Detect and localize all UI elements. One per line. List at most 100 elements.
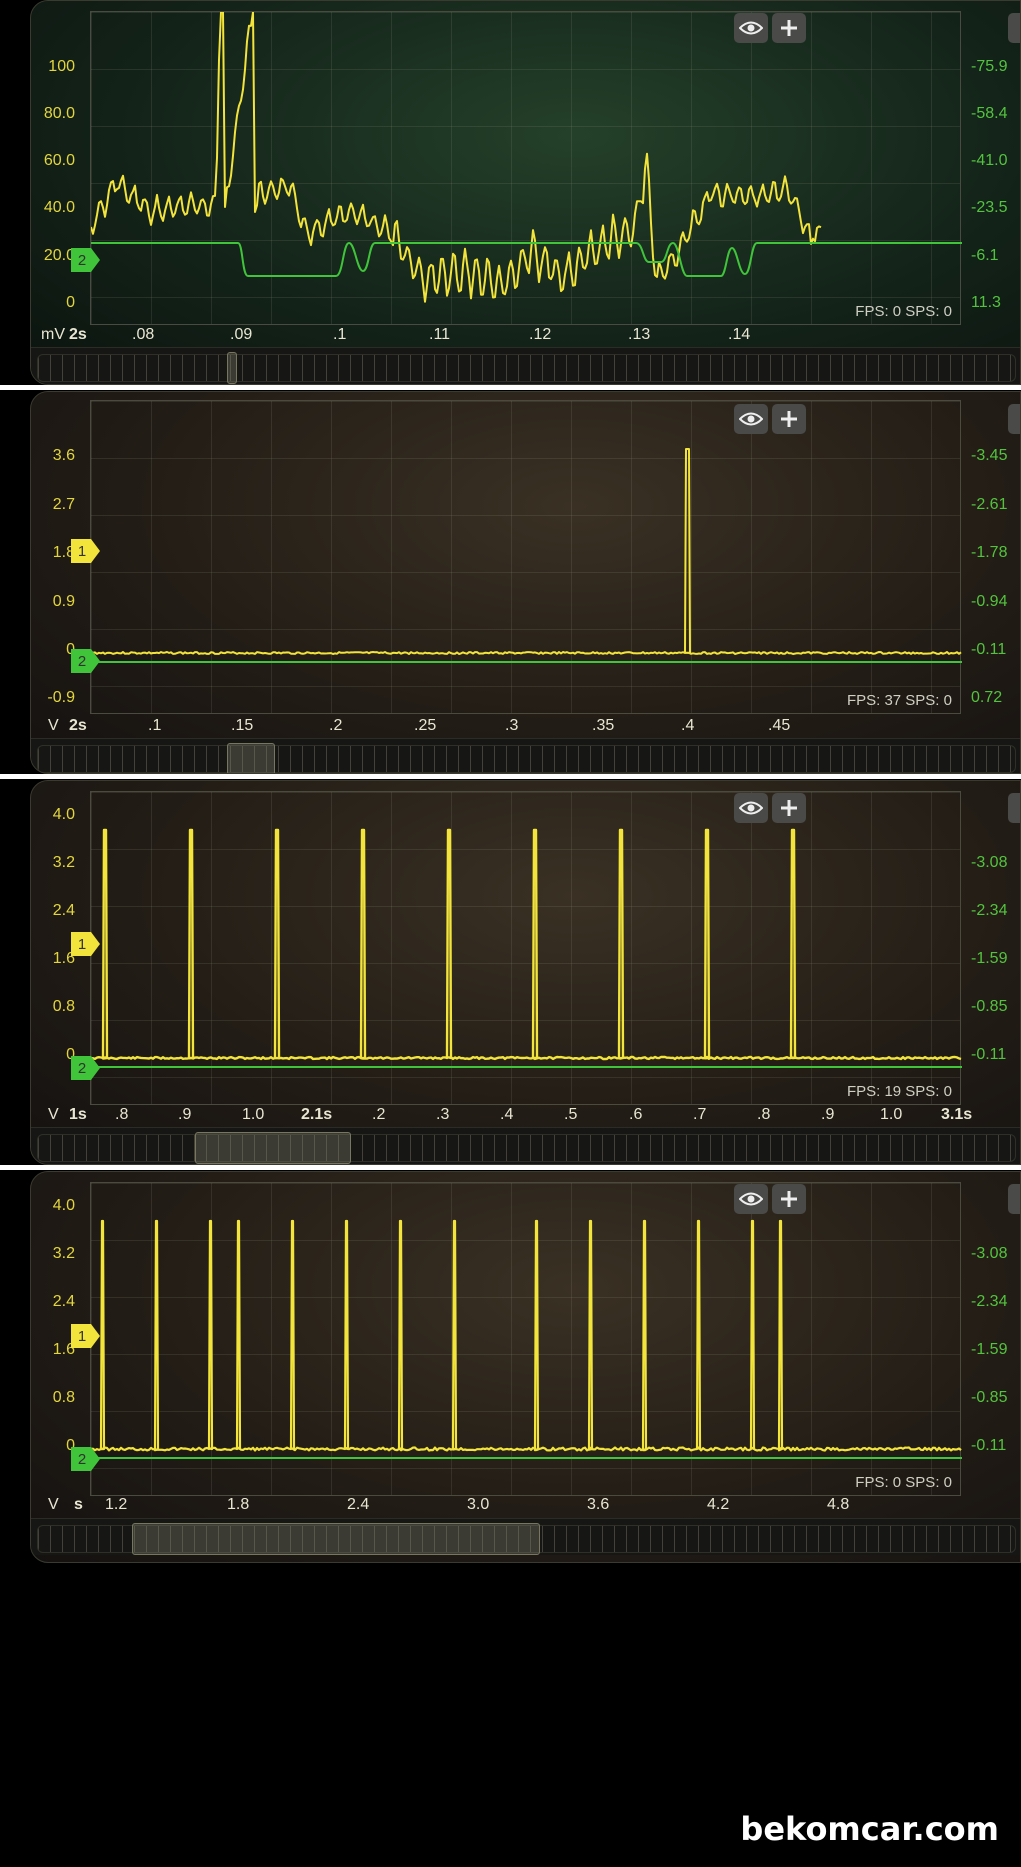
eye-icon[interactable]: [734, 404, 768, 434]
channel-1-trace: [91, 1219, 962, 1452]
y-left-label: 0: [66, 641, 75, 658]
timeline-scrollbar[interactable]: [31, 1518, 1020, 1555]
y-left-label: 2.7: [52, 496, 75, 513]
y-left-label: 60.0: [43, 152, 75, 169]
watermark-text: bekomcar.com: [740, 1810, 999, 1848]
y-right-label: 11.3: [971, 294, 1001, 311]
x-tick: .3: [505, 717, 519, 734]
side-tab[interactable]: [1008, 13, 1020, 43]
separator: [0, 385, 1021, 390]
timebase-label[interactable]: s: [74, 1497, 83, 1513]
timebase-label[interactable]: 2s: [69, 327, 87, 343]
unit-label: V: [48, 1106, 59, 1123]
eye-icon[interactable]: [734, 793, 768, 823]
y-left-label: 0: [66, 294, 75, 311]
timeline-scrollbar[interactable]: [31, 738, 1020, 773]
x-tick: 1.2: [105, 1496, 128, 1513]
y-right-label: -58.4: [971, 105, 1008, 122]
channel-1-trace: [91, 448, 962, 655]
separator: [0, 774, 1021, 779]
x-tick: .11: [429, 326, 451, 343]
timebase-label[interactable]: 1s: [69, 1107, 87, 1123]
y-left-label: 2.4: [52, 1293, 75, 1310]
side-tab[interactable]: [1008, 404, 1020, 434]
unit-label: V: [48, 1496, 59, 1513]
x-tick: .14: [728, 326, 751, 343]
eye-icon[interactable]: [734, 1184, 768, 1214]
x-tick: .2: [372, 1106, 386, 1123]
y-left-label: 1.6: [52, 1341, 75, 1358]
waveform-svg: [91, 448, 962, 663]
scrollbar-track: [37, 354, 1016, 382]
y-left-label: 1.6: [52, 950, 75, 967]
fps-readout: FPS: 19 SPS: 0: [846, 1083, 952, 1100]
y-right-label: -1.59: [971, 1341, 1008, 1358]
plus-icon[interactable]: [772, 1184, 806, 1214]
x-tick: .9: [821, 1106, 835, 1123]
channel-1-marker[interactable]: 1: [71, 1324, 101, 1348]
y-left-label: 3.2: [52, 1245, 75, 1262]
y-left-label: 100: [48, 58, 75, 75]
y-right-label: -41.0: [971, 152, 1008, 169]
y-right-label: -1.59: [971, 950, 1008, 967]
scrollbar-thumb[interactable]: [132, 1523, 540, 1555]
plot-area[interactable]: FPS: 19 SPS: 0: [90, 791, 962, 1105]
channel-1-trace: [91, 828, 962, 1061]
side-tab[interactable]: [1008, 793, 1020, 823]
fps-readout: FPS: 0 SPS: 0: [855, 1474, 952, 1491]
y-left-label: 1.8: [52, 544, 75, 561]
y-right-label: -0.85: [971, 998, 1008, 1015]
eye-icon[interactable]: [734, 13, 768, 43]
timebase-label[interactable]: 2s: [69, 718, 87, 734]
plot-area[interactable]: FPS: 0 SPS: 0: [90, 1182, 962, 1496]
y-right-label: -2.61: [971, 496, 1008, 513]
scope-panel-4: FPS: 0 SPS: 0 4.0 3.2 2.4 1.6 0.8 0 -3.0…: [30, 1171, 1021, 1563]
x-tick: .8: [115, 1106, 129, 1123]
y-right-label: -0.11: [971, 1437, 1007, 1454]
timeline-scrollbar[interactable]: [31, 1127, 1020, 1164]
y-left-label: 3.2: [52, 854, 75, 871]
channel-1-trace: [91, 12, 822, 303]
scrollbar-thumb[interactable]: [227, 352, 237, 384]
y-right-label: -0.11: [971, 1046, 1007, 1063]
y-right-label: -6.1: [971, 247, 999, 264]
y-left-label: 4.0: [52, 1197, 75, 1214]
scope-panel-2: FPS: 37 SPS: 0 3.6 2.7 1.8 0.9 0 -0.9 -3…: [30, 391, 1021, 774]
y-right-label: -2.34: [971, 902, 1008, 919]
channel-2-marker[interactable]: 2: [71, 248, 101, 272]
channel-1-marker[interactable]: 1: [71, 932, 101, 956]
x-tick: 4.2: [707, 1496, 730, 1513]
x-tick: .12: [529, 326, 552, 343]
plot-area[interactable]: FPS: 0 SPS: 0: [90, 11, 962, 325]
plus-icon[interactable]: [772, 793, 806, 823]
scrollbar-thumb[interactable]: [195, 1132, 351, 1164]
scope-panel-1: FPS: 0 SPS: 0 100 80.0 60.0 40.0 20.0 0 …: [30, 0, 1021, 385]
side-tab[interactable]: [1008, 1184, 1020, 1214]
x-tick: 1.8: [227, 1496, 250, 1513]
x-tick: .7: [693, 1106, 707, 1123]
plot-area[interactable]: FPS: 37 SPS: 0: [90, 400, 962, 714]
channel-1-marker[interactable]: 1: [71, 539, 101, 563]
channel-2-marker[interactable]: 2: [71, 1447, 101, 1471]
y-left-label: 20.0: [43, 247, 75, 264]
y-left-label: 0: [66, 1437, 75, 1454]
channel-2-marker[interactable]: 2: [71, 1056, 101, 1080]
x-tick: .45: [768, 717, 791, 734]
timeline-scrollbar[interactable]: [31, 347, 1020, 384]
x-tick: .13: [628, 326, 651, 343]
x-tick: 2.4: [347, 1496, 370, 1513]
x-tick: .5: [564, 1106, 578, 1123]
channel-2-marker[interactable]: 2: [71, 649, 101, 673]
x-tick: 3.6: [587, 1496, 610, 1513]
plus-icon[interactable]: [772, 404, 806, 434]
y-left-label: -0.9: [47, 689, 75, 706]
plus-icon[interactable]: [772, 13, 806, 43]
y-right-label: -3.45: [971, 447, 1008, 464]
scrollbar-thumb[interactable]: [227, 743, 275, 773]
y-right-label: 0.72: [971, 689, 1003, 706]
y-right-label: -0.11: [971, 641, 1007, 658]
y-left-label: 2.4: [52, 902, 75, 919]
unit-label: V: [48, 717, 59, 734]
y-right-label: -23.5: [971, 199, 1008, 216]
y-left-label: 3.6: [52, 447, 75, 464]
